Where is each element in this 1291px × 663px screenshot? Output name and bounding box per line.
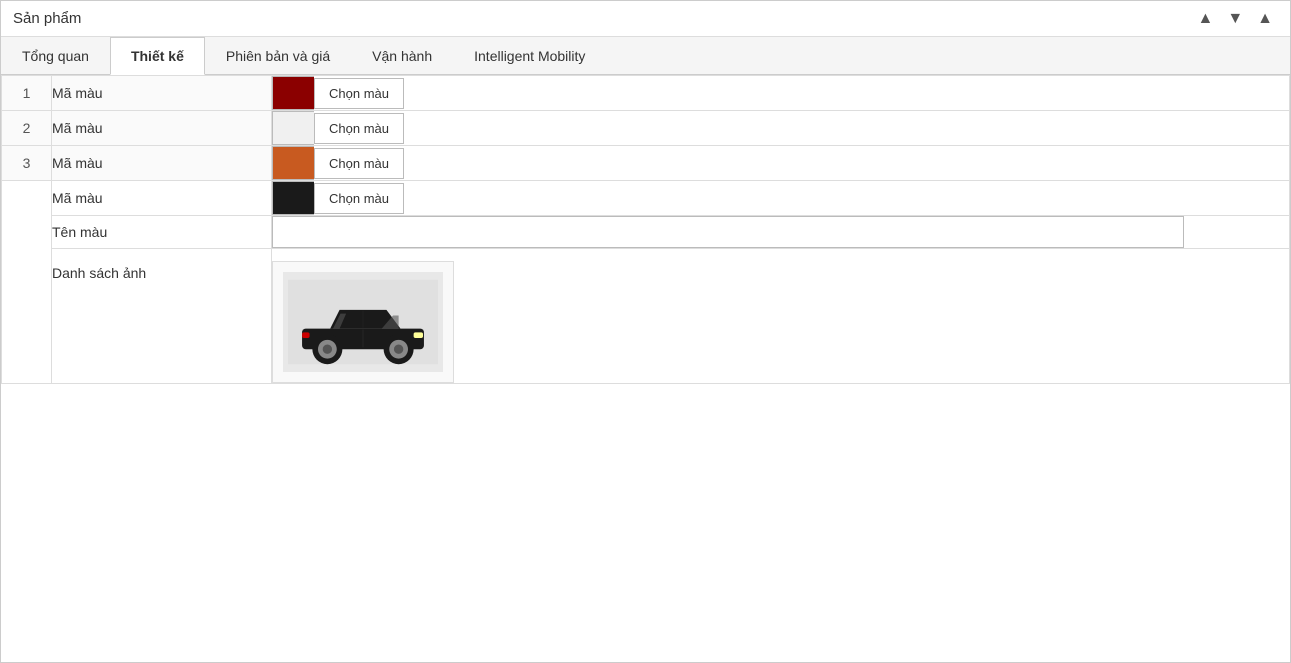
tab-bar: Tổng quan Thiết kế Phiên bản và giá Vận … [1, 37, 1290, 75]
choose-color-btn-1[interactable]: Chọn màu [314, 78, 404, 109]
color-picker-2: Chọn màu [272, 111, 1289, 145]
row-label-3: Mã màu [52, 146, 272, 181]
color-name-input[interactable] [272, 216, 1184, 248]
tab-phien-ban[interactable]: Phiên bản và giá [205, 37, 351, 74]
scroll-up-button[interactable]: ▲ [1192, 8, 1218, 30]
expanded-color-content: Chọn màu [272, 181, 1290, 216]
title-bar: Sản phẩm ▲ ▼ ▲ [1, 1, 1290, 37]
row-number-1: 1 [2, 76, 52, 111]
expanded-name-row: Tên màu [2, 216, 1290, 249]
expanded-color-label: Mã màu [52, 181, 272, 216]
row-label-2: Mã màu [52, 111, 272, 146]
row-number-3: 3 [2, 146, 52, 181]
expanded-images-row: Danh sách ảnh [2, 249, 1290, 384]
color-picker-3: Chọn màu [272, 146, 1289, 180]
row-number-2: 2 [2, 111, 52, 146]
tab-content: 1 Mã màu Chọn màu 2 Mã màu [1, 75, 1290, 662]
color-swatch-1[interactable] [272, 76, 314, 110]
car-icon [288, 277, 438, 367]
choose-color-btn-expanded[interactable]: Chọn màu [314, 183, 404, 214]
car-image-thumbnail [283, 272, 443, 372]
expanded-images-label: Danh sách ảnh [52, 249, 272, 384]
collapse-button[interactable]: ▲ [1252, 8, 1278, 30]
scroll-down-button[interactable]: ▼ [1222, 8, 1248, 30]
tab-thiet-ke[interactable]: Thiết kế [110, 37, 205, 75]
table-row: 3 Mã màu Chọn màu [2, 146, 1290, 181]
window-title: Sản phẩm [13, 10, 81, 27]
expanded-row-num [2, 181, 52, 384]
expanded-name-label: Tên màu [52, 216, 272, 249]
color-picker-1: Chọn màu [272, 76, 1289, 110]
expanded-name-content [272, 216, 1290, 249]
color-picker-expanded: Chọn màu [272, 181, 1289, 215]
tab-intelligent[interactable]: Intelligent Mobility [453, 37, 606, 74]
color-swatch-expanded[interactable] [272, 181, 314, 215]
row-content-3: Chọn màu [272, 146, 1290, 181]
row-content-2: Chọn màu [272, 111, 1290, 146]
table-row: 2 Mã màu Chọn màu [2, 111, 1290, 146]
table-row: 1 Mã màu Chọn màu [2, 76, 1290, 111]
tab-van-hanh[interactable]: Vận hành [351, 37, 453, 74]
main-window: Sản phẩm ▲ ▼ ▲ Tổng quan Thiết kế Phiên … [0, 0, 1291, 663]
row-label-1: Mã màu [52, 76, 272, 111]
expanded-images-content [272, 249, 1290, 384]
image-upload-area[interactable] [272, 261, 454, 383]
choose-color-btn-3[interactable]: Chọn màu [314, 148, 404, 179]
color-table: 1 Mã màu Chọn màu 2 Mã màu [1, 75, 1290, 384]
color-swatch-2[interactable] [272, 111, 314, 145]
row-content-1: Chọn màu [272, 76, 1290, 111]
title-bar-controls: ▲ ▼ ▲ [1192, 8, 1278, 30]
tab-tong-quan[interactable]: Tổng quan [1, 37, 110, 74]
expanded-color-row: Mã màu Chọn màu [2, 181, 1290, 216]
choose-color-btn-2[interactable]: Chọn màu [314, 113, 404, 144]
color-swatch-3[interactable] [272, 146, 314, 180]
